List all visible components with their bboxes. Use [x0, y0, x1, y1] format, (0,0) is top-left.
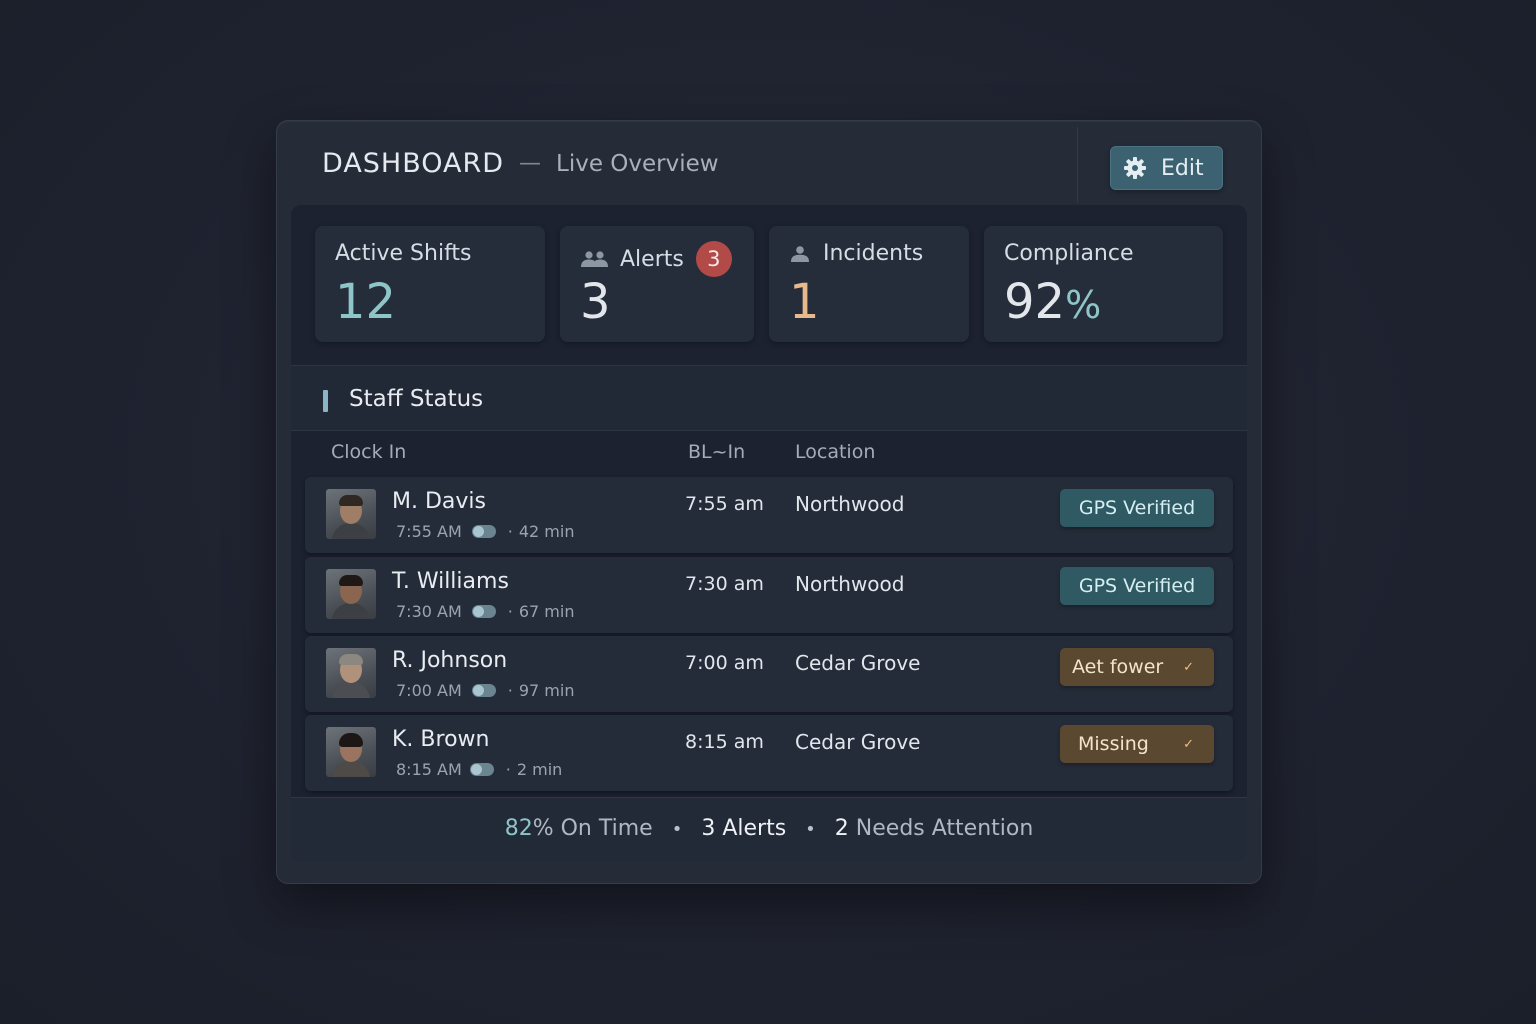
clock-in-time: 8:15 AM	[396, 760, 462, 779]
avatar	[326, 648, 376, 698]
clock-in-time: 7:55 AM	[396, 522, 462, 541]
stat-label: Compliance	[1004, 241, 1134, 266]
staff-clock-info: 7:00 AM · 97 min	[396, 681, 574, 700]
status-label: GPS Verified	[1078, 497, 1196, 519]
row-time: 7:30 am	[685, 573, 764, 595]
toggle-icon	[469, 763, 494, 776]
row-location: Cedar Grove	[795, 730, 921, 754]
people-icon	[581, 251, 608, 267]
dot-separator: ·	[507, 681, 513, 700]
status-badge[interactable]: GPS Verified	[1060, 567, 1214, 605]
dot-separator: ·	[507, 602, 513, 621]
avatar	[326, 489, 376, 539]
stat-label-row: Incidents	[789, 241, 923, 266]
status-label: Missing	[1078, 733, 1149, 755]
stat-card-active-shifts[interactable]: Active Shifts 12	[315, 226, 545, 342]
page-title: DASHBOARD	[322, 148, 505, 179]
check-icon: ✓	[1183, 659, 1194, 675]
page-subtitle: Live Overview	[556, 151, 719, 177]
column-header-clock-in[interactable]: Clock In	[331, 441, 406, 463]
stat-unit: %	[1065, 283, 1102, 327]
gear-icon	[1124, 157, 1146, 179]
edit-button-label: Edit	[1161, 155, 1204, 181]
staff-name: K. Brown	[392, 727, 490, 752]
row-time: 7:55 am	[685, 493, 764, 515]
stat-value: 12	[335, 274, 397, 330]
shift-duration: 42 min	[518, 522, 575, 541]
avatar	[326, 569, 376, 619]
alerts-count-badge: 3	[695, 241, 732, 277]
summary-text: 82% On Time • 3 Alerts • 2 Needs Attenti…	[291, 816, 1247, 841]
person-icon	[791, 245, 809, 262]
shift-duration: 2 min	[516, 760, 563, 779]
bullet-separator: •	[805, 819, 816, 840]
column-header-location[interactable]: Location	[795, 441, 875, 463]
table-row[interactable]: K. Brown 8:15 AM · 2 min 8:15 am Cedar G…	[305, 715, 1233, 791]
table-row[interactable]: T. Williams 7:30 AM · 67 min 7:30 am Nor…	[305, 557, 1233, 633]
column-header-bl-in[interactable]: BL~In	[688, 441, 745, 463]
attention-value: 2	[834, 816, 849, 841]
bullet-separator: •	[671, 819, 683, 840]
header-divider	[1077, 127, 1078, 203]
row-time: 7:00 am	[685, 652, 764, 674]
staff-name: T. Williams	[392, 569, 509, 594]
toggle-icon	[471, 605, 496, 618]
alerts-summary-value: 3	[701, 816, 716, 841]
status-label: Aet fower	[1072, 656, 1164, 678]
status-badge[interactable]: GPS Verified	[1060, 489, 1214, 527]
section-title: Staff Status	[349, 386, 484, 412]
staff-name: M. Davis	[392, 489, 486, 514]
stat-label: Incidents	[823, 241, 924, 266]
alerts-summary-label: Alerts	[722, 816, 787, 841]
stat-card-compliance[interactable]: Compliance 92%	[984, 226, 1223, 342]
on-time-label: % On Time	[532, 816, 653, 841]
row-location: Northwood	[795, 572, 905, 596]
status-label: GPS Verified	[1078, 575, 1196, 597]
attention-label: Needs Attention	[855, 816, 1034, 841]
shift-duration: 67 min	[518, 602, 575, 621]
toggle-icon	[471, 525, 496, 538]
dashboard-header: DASHBOARD — Live Overview Edit	[277, 121, 1261, 207]
stat-value: 1	[789, 274, 820, 330]
stat-card-incidents[interactable]: Incidents 1	[769, 226, 969, 342]
stat-label-row: Alerts 3	[580, 241, 732, 277]
dashboard-panel: DASHBOARD — Live Overview Edit Active Sh…	[276, 120, 1262, 884]
on-time-value: 82	[504, 816, 533, 841]
dot-separator: ·	[507, 522, 513, 541]
status-badge[interactable]: Aet fower ✓	[1060, 648, 1214, 686]
stat-value-row: 92%	[1004, 274, 1101, 330]
stat-label: Active Shifts	[335, 241, 472, 266]
dashboard-content: Active Shifts 12 Alerts 3 3 Incidents 1 …	[291, 205, 1247, 862]
staff-clock-info: 7:55 AM · 42 min	[396, 522, 574, 541]
avatar	[326, 727, 376, 777]
stat-value: 3	[580, 274, 611, 330]
check-icon: ✓	[1183, 736, 1194, 752]
title-separator: —	[519, 151, 541, 176]
edit-button[interactable]: Edit	[1110, 146, 1223, 190]
clock-in-time: 7:30 AM	[396, 602, 462, 621]
row-time: 8:15 am	[685, 731, 764, 753]
shift-duration: 97 min	[518, 681, 575, 700]
toggle-icon	[471, 684, 496, 697]
staff-clock-info: 8:15 AM · 2 min	[396, 760, 562, 779]
section-accent-bar	[323, 390, 328, 412]
table-row[interactable]: M. Davis 7:55 AM · 42 min 7:55 am Northw…	[305, 477, 1233, 553]
stat-value: 92	[1004, 274, 1066, 330]
clock-in-time: 7:00 AM	[396, 681, 462, 700]
stat-label: Alerts	[620, 246, 684, 272]
staff-status-header: Staff Status	[291, 365, 1247, 431]
staff-name: R. Johnson	[392, 648, 508, 673]
stat-card-alerts[interactable]: Alerts 3 3	[560, 226, 754, 342]
summary-footer: 82% On Time • 3 Alerts • 2 Needs Attenti…	[291, 797, 1247, 862]
row-location: Northwood	[795, 492, 905, 516]
status-badge[interactable]: Missing ✓	[1060, 725, 1214, 763]
staff-clock-info: 7:30 AM · 67 min	[396, 602, 574, 621]
table-row[interactable]: R. Johnson 7:00 AM · 97 min 7:00 am Ceda…	[305, 636, 1233, 712]
dot-separator: ·	[505, 760, 511, 779]
row-location: Cedar Grove	[795, 651, 921, 675]
